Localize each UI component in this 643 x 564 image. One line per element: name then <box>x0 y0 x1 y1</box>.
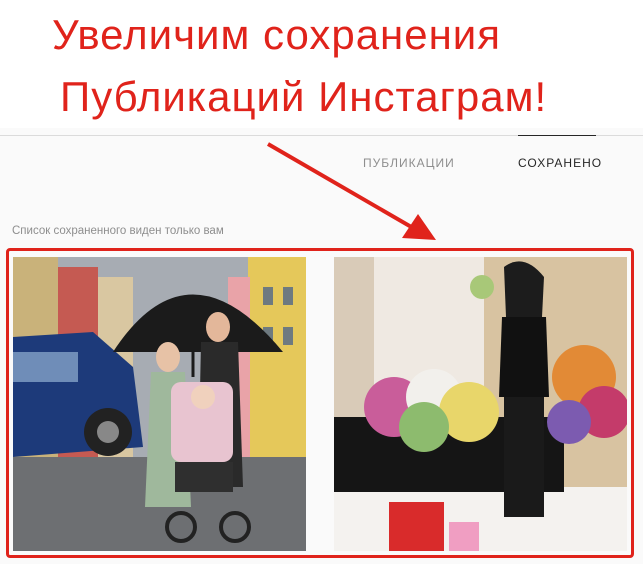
saved-post-1-image <box>13 257 306 551</box>
saved-post-2-image <box>334 257 627 551</box>
banner-headline-line1: Увеличим сохранения <box>52 11 502 58</box>
saved-post-thumbnail-2[interactable] <box>334 257 627 551</box>
banner-headline-line2: Публикаций Инстаграм! <box>60 73 548 120</box>
tab-saved[interactable]: СОХРАНЕНО <box>518 156 602 170</box>
tab-posts[interactable]: ПУБЛИКАЦИИ <box>363 156 455 170</box>
profile-content: ПУБЛИКАЦИИ СОХРАНЕНО Список сохраненного… <box>0 128 643 564</box>
promo-banner: Увеличим сохранения Публикаций Инстаграм… <box>0 0 643 128</box>
active-tab-indicator <box>518 135 596 136</box>
saved-post-thumbnail-1[interactable] <box>13 257 306 551</box>
saved-privacy-notice: Список сохраненного виден только вам <box>12 225 224 237</box>
